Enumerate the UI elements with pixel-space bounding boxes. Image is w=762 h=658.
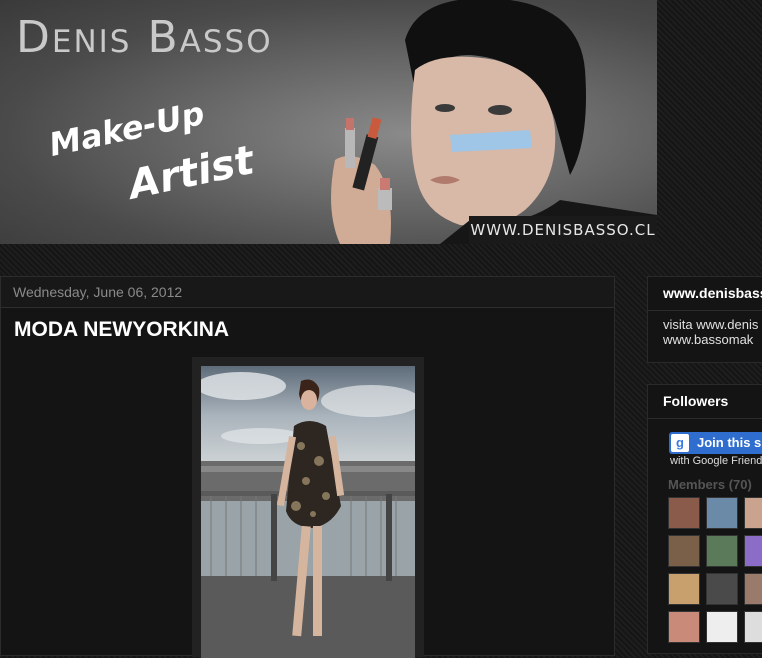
post-date: Wednesday, June 06, 2012: [1, 277, 614, 308]
tagline-artist: Artist: [124, 137, 258, 209]
member-avatar[interactable]: [668, 611, 700, 643]
widget-title: www.denisbasso: [648, 277, 762, 311]
google-friend-text: with Google Friend: [670, 455, 762, 467]
member-avatar[interactable]: [706, 497, 738, 529]
widget-text-line1[interactable]: visita www.denis: [663, 317, 758, 332]
members-count[interactable]: Members (70): [668, 477, 752, 492]
blog-post: Wednesday, June 06, 2012 MODA NEWYORKINA: [0, 276, 615, 658]
followers-widget: Followers g Join this s with Google Frie…: [647, 384, 762, 654]
followers-title: Followers: [648, 385, 762, 419]
member-avatar[interactable]: [668, 535, 700, 567]
sidebar-widget-link: www.denisbasso visita www.denis www.bass…: [647, 276, 762, 363]
widget-text-line2[interactable]: www.bassomak: [663, 332, 753, 347]
header-url: WWW.DENISBASSO.CL: [469, 216, 657, 244]
member-avatar[interactable]: [668, 573, 700, 605]
member-avatar[interactable]: [706, 573, 738, 605]
post-image-frame[interactable]: [192, 357, 424, 658]
member-avatar[interactable]: [706, 535, 738, 567]
widget-text[interactable]: visita www.denis www.bassomak: [648, 311, 762, 353]
member-avatar[interactable]: [668, 497, 700, 529]
post-image[interactable]: [201, 366, 415, 658]
member-avatar[interactable]: [744, 573, 762, 605]
post-title[interactable]: MODA NEWYORKINA: [1, 308, 614, 352]
blog-title: Denis Basso: [16, 12, 273, 63]
blog-header[interactable]: Denis Basso Make-Up Artist WWW.DENISBASS…: [0, 0, 657, 244]
header-portrait-image: [331, 0, 657, 244]
member-avatar[interactable]: [744, 497, 762, 529]
member-avatar[interactable]: [706, 611, 738, 643]
member-avatar[interactable]: [744, 611, 762, 643]
member-avatar[interactable]: [744, 535, 762, 567]
google-friend-connect-icon: g: [671, 434, 689, 452]
join-button-label: Join this s: [697, 435, 762, 450]
join-site-button[interactable]: g Join this s: [669, 432, 762, 454]
